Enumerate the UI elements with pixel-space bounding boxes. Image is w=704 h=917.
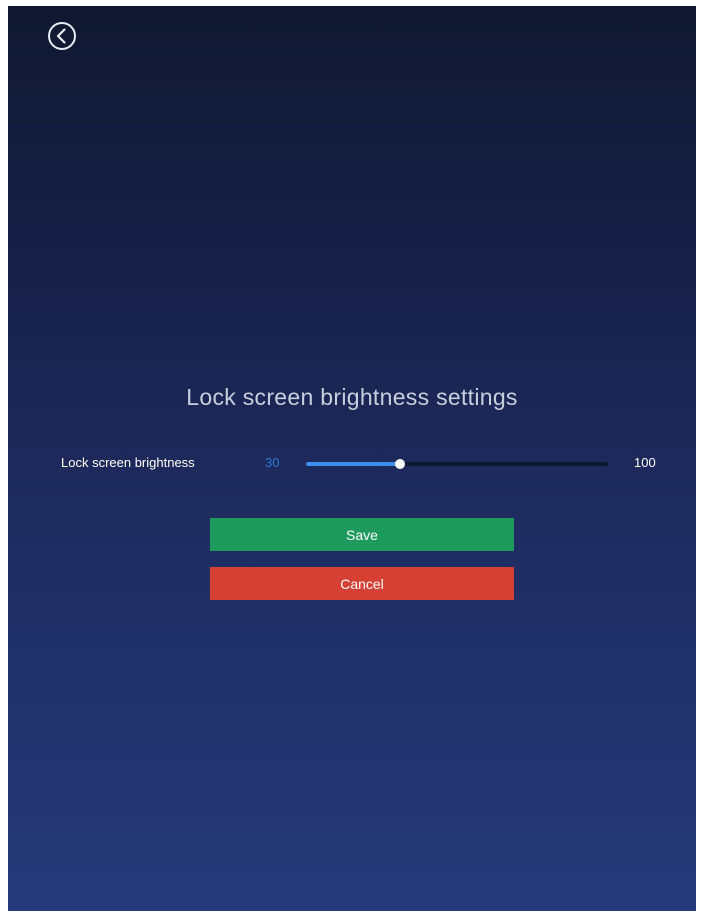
brightness-slider-thumb[interactable] (394, 459, 405, 469)
cancel-button[interactable]: Cancel (210, 567, 514, 600)
save-button[interactable]: Save (210, 518, 514, 551)
brightness-label: Lock screen brightness (61, 455, 195, 470)
brightness-slider-fill (306, 462, 400, 466)
back-arrow-circle-icon (48, 22, 76, 50)
back-button[interactable] (46, 20, 78, 52)
brightness-max-label: 100 (634, 455, 656, 470)
settings-screen: Lock screen brightness settings Lock scr… (8, 6, 696, 911)
brightness-slider[interactable] (306, 459, 608, 469)
brightness-value: 30 (265, 455, 280, 470)
brightness-slider-row: Lock screen brightness 30 100 (8, 452, 696, 476)
page-title: Lock screen brightness settings (186, 384, 518, 410)
